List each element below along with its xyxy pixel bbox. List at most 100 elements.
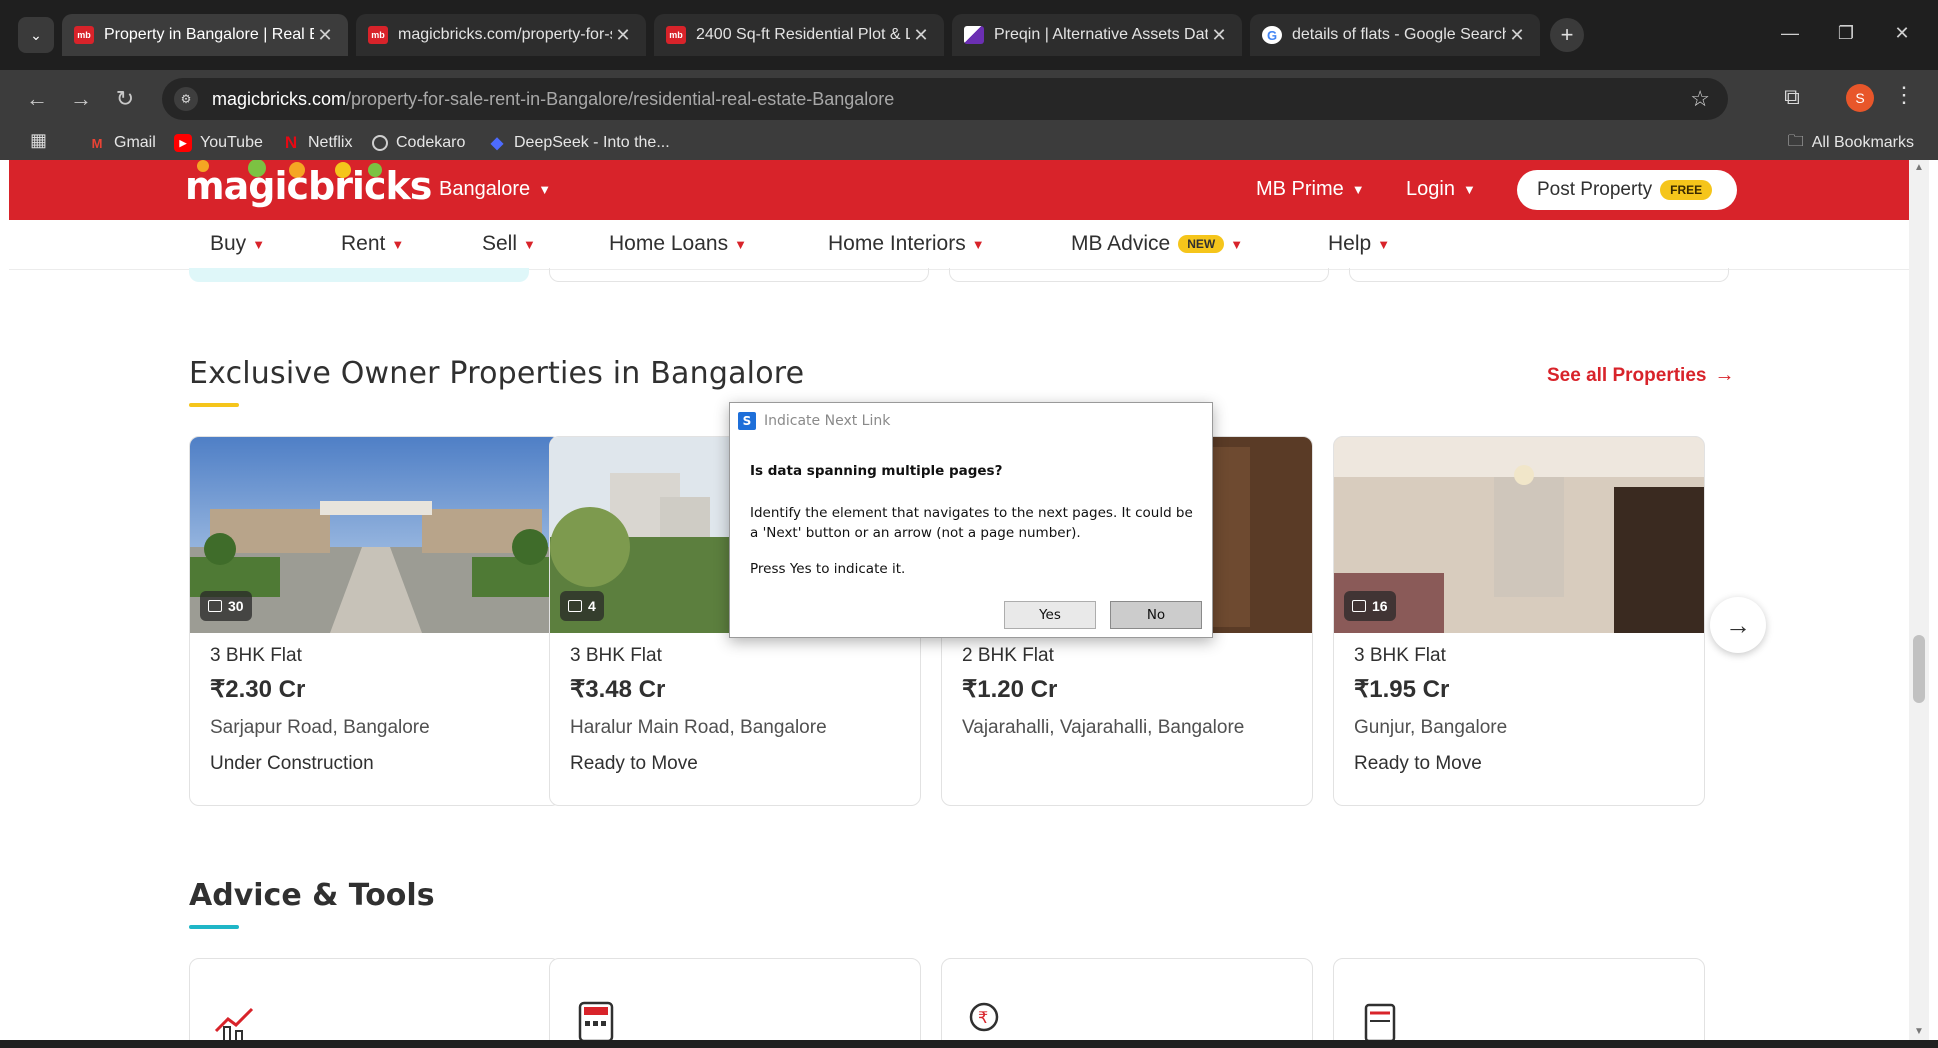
- previous-section-card: [549, 268, 929, 282]
- reload-icon[interactable]: ↻: [108, 82, 142, 116]
- back-arrow-icon[interactable]: ←: [20, 82, 54, 116]
- tab-title: magicbricks.com/property-for-s: [398, 26, 612, 43]
- main-navigation: Buy ▼ Rent ▼ Sell ▼ Home Loans ▼ Home Interi…: [9, 220, 1909, 270]
- yes-button[interactable]: Yes: [1004, 601, 1096, 629]
- see-all-properties-link[interactable]: See all Properties →: [1547, 364, 1734, 387]
- scrollbar-thumb[interactable]: [1913, 635, 1925, 703]
- photo-count-badge: 30: [200, 591, 252, 621]
- nav-label: Home Interiors: [828, 232, 966, 255]
- tab-preqin[interactable]: Preqin | Alternative Assets Data ✕: [952, 14, 1242, 56]
- nav-buy[interactable]: Buy ▼: [210, 232, 265, 256]
- tab-google-search[interactable]: G details of flats - Google Search ✕: [1250, 14, 1540, 56]
- apps-grid-icon[interactable]: ▦: [30, 130, 52, 156]
- folder-icon: 🗀: [1787, 132, 1804, 150]
- close-tab-icon[interactable]: ✕: [1506, 25, 1528, 46]
- close-tab-icon[interactable]: ✕: [314, 25, 336, 46]
- photo-count: 16: [1372, 598, 1388, 614]
- forward-arrow-icon[interactable]: →: [64, 82, 98, 116]
- bookmark-deepseek[interactable]: ◆ DeepSeek - Into the...: [488, 130, 670, 156]
- chevron-down-icon: ▼: [391, 236, 405, 252]
- property-photo[interactable]: 16: [1334, 437, 1704, 633]
- scroll-up-arrow-icon[interactable]: ▲: [1909, 162, 1929, 173]
- property-card[interactable]: 16 3 BHK Flat ₹1.95 Cr Gunjur, Bangalore…: [1333, 436, 1705, 806]
- new-tab-plus-icon[interactable]: +: [1550, 18, 1584, 52]
- property-price: ₹1.20 Cr: [962, 676, 1058, 703]
- minimize-window-icon[interactable]: —: [1770, 18, 1810, 48]
- dialog-titlebar[interactable]: S Indicate Next Link: [730, 403, 1212, 439]
- tool-card[interactable]: [549, 958, 921, 1040]
- scroll-down-arrow-icon[interactable]: ▼: [1909, 1026, 1929, 1037]
- magicbricks-logo[interactable]: magicbricks: [185, 164, 432, 208]
- extensions-puzzle-icon[interactable]: ⧉: [1778, 84, 1806, 112]
- property-type: 2 BHK Flat: [962, 645, 1054, 666]
- nav-home-loans[interactable]: Home Loans ▼: [609, 232, 747, 256]
- deepseek-icon: ◆: [490, 135, 504, 152]
- carousel-next-arrow-icon[interactable]: →: [1710, 597, 1766, 653]
- login-menu[interactable]: Login ▼: [1406, 178, 1476, 201]
- tab-title: details of flats - Google Search: [1292, 26, 1506, 43]
- address-bar[interactable]: ⚙ magicbricks.com /property-for-sale-ren…: [162, 78, 1728, 120]
- nav-label: Buy: [210, 232, 247, 255]
- photo-count: 4: [588, 598, 596, 614]
- tool-card[interactable]: ₹: [941, 958, 1313, 1040]
- property-location: Sarjapur Road, Bangalore: [210, 717, 430, 738]
- magicbricks-favicon-icon: mb: [368, 26, 388, 44]
- close-window-icon[interactable]: ✕: [1882, 18, 1922, 48]
- tab-magicbricks-property-for[interactable]: mb magicbricks.com/property-for-s ✕: [356, 14, 646, 56]
- property-card[interactable]: 30 3 BHK Flat ₹2.30 Cr Sarjapur Road, Ba…: [189, 436, 561, 806]
- bookmark-codekaro[interactable]: Codekaro: [372, 130, 465, 156]
- bookmark-star-icon[interactable]: ☆: [1690, 86, 1710, 112]
- tab-strip: ⌄ mb Property in Bangalore | Real Est ✕ …: [0, 0, 1938, 70]
- page-scrollbar[interactable]: ▲ ▼: [1909, 160, 1929, 1040]
- close-tab-icon[interactable]: ✕: [1208, 25, 1230, 46]
- close-tab-icon[interactable]: ✕: [612, 25, 634, 46]
- bookmark-label: YouTube: [200, 134, 263, 151]
- bookmark-youtube[interactable]: ▶ YouTube: [174, 130, 263, 156]
- property-type: 3 BHK Flat: [210, 645, 302, 666]
- previous-section-card: [1349, 268, 1729, 282]
- section-title-underline: [189, 925, 239, 929]
- bookmark-label: Codekaro: [396, 134, 466, 151]
- browser-window: ⌄ mb Property in Bangalore | Real Est ✕ …: [0, 0, 1938, 1048]
- chevron-down-icon: ▼: [1351, 182, 1365, 197]
- dialog-body-text: Identify the element that navigates to t…: [750, 505, 1193, 541]
- chevron-down-icon: ▼: [971, 236, 985, 252]
- section-title-exclusive: Exclusive Owner Properties in Bangalore: [189, 356, 805, 391]
- tab-residential-plot[interactable]: mb 2400 Sq-ft Residential Plot & La ✕: [654, 14, 944, 56]
- nav-home-interiors[interactable]: Home Interiors ▼: [828, 232, 985, 256]
- see-all-label: See all Properties: [1547, 364, 1707, 386]
- mb-prime-menu[interactable]: MB Prime ▼: [1256, 178, 1365, 201]
- nav-help[interactable]: Help ▼: [1328, 232, 1390, 256]
- gmail-icon: M: [91, 135, 103, 151]
- browser-toolbar: ← → ↻ ⚙ magicbricks.com /property-for-sa…: [0, 70, 1938, 126]
- tab-search-chevron-icon[interactable]: ⌄: [18, 17, 54, 53]
- bookmark-netflix[interactable]: N Netflix: [282, 130, 353, 156]
- dialog-heading: Is data spanning multiple pages?: [750, 463, 1003, 479]
- bookmark-label: DeepSeek - Into the...: [514, 134, 670, 151]
- site-info-tune-icon[interactable]: ⚙: [174, 87, 198, 111]
- post-property-button[interactable]: Post Property FREE: [1517, 170, 1737, 210]
- all-bookmarks-label: All Bookmarks: [1811, 134, 1914, 151]
- tool-card[interactable]: [1333, 958, 1705, 1040]
- nav-label: Sell: [482, 232, 518, 255]
- document-report-icon: [1364, 1003, 1396, 1040]
- close-tab-icon[interactable]: ✕: [910, 25, 932, 46]
- property-photo[interactable]: 30: [190, 437, 560, 633]
- indicate-next-link-dialog: S Indicate Next Link Is data spanning mu…: [729, 402, 1213, 638]
- nav-mb-advice[interactable]: MB Advice NEW ▼: [1071, 232, 1243, 256]
- tab-property-in-bangalore[interactable]: mb Property in Bangalore | Real Est ✕: [62, 14, 348, 56]
- city-selector[interactable]: Bangalore ▼: [439, 178, 551, 201]
- all-bookmarks[interactable]: 🗀 All Bookmarks: [1788, 130, 1914, 156]
- no-button[interactable]: No: [1110, 601, 1202, 629]
- bookmark-gmail[interactable]: M Gmail: [88, 130, 156, 156]
- nav-rent[interactable]: Rent ▼: [341, 232, 404, 256]
- profile-avatar[interactable]: S: [1846, 84, 1874, 112]
- nav-sell[interactable]: Sell ▼: [482, 232, 536, 256]
- browser-menu-icon[interactable]: ⋮: [1892, 82, 1916, 114]
- tool-card[interactable]: [189, 958, 561, 1040]
- trend-chart-icon: [214, 1007, 254, 1040]
- property-price: ₹2.30 Cr: [210, 676, 306, 703]
- post-property-label: Post Property: [1537, 179, 1653, 200]
- restore-window-icon[interactable]: ❐: [1826, 18, 1866, 48]
- url-path: /property-for-sale-rent-in-Bangalore/res…: [346, 88, 895, 109]
